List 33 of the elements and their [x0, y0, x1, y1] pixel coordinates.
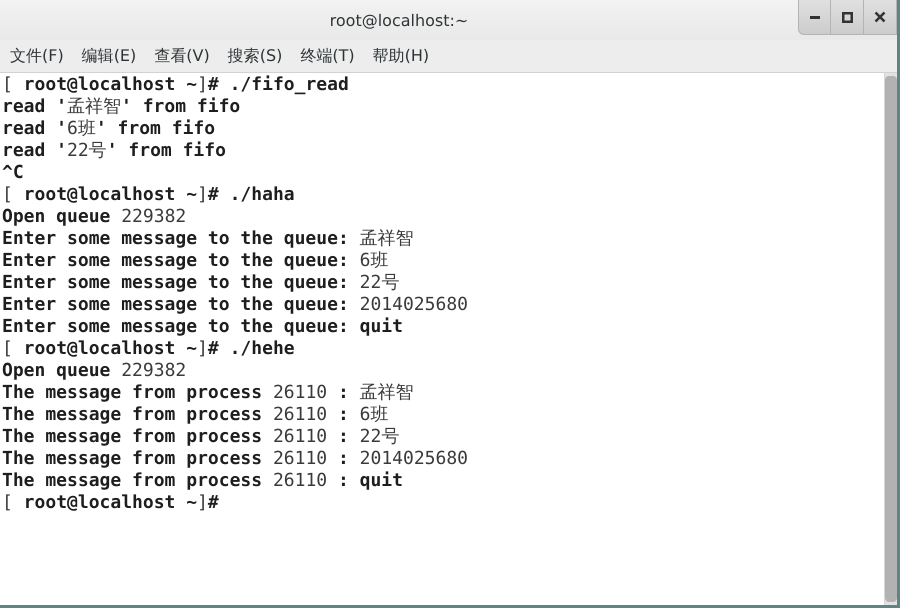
terminal-line: Enter some message to the queue: 2014025680 — [2, 294, 468, 316]
menu-item[interactable]: 文件(F) — [2, 42, 72, 70]
terminal-line: [ root@localhost ~]# — [2, 492, 219, 514]
terminal-line: Enter some message to the queue: 22号 — [2, 272, 400, 294]
terminal-line: The message from process 26110 : 22号 — [2, 426, 400, 448]
close-button[interactable] — [864, 0, 897, 35]
terminal-line: read '孟祥智' from fifo — [2, 96, 240, 118]
terminal-line: [ root@localhost ~]# ./fifo_read — [2, 74, 349, 96]
menu-item[interactable]: 查看(V) — [146, 42, 218, 70]
menu-item[interactable]: 编辑(E) — [74, 42, 144, 70]
menu-item[interactable]: 搜索(S) — [220, 42, 290, 70]
terminal-line: The message from process 26110 : 2014025680 — [2, 448, 468, 470]
terminal-line: Open queue 229382 — [2, 206, 186, 228]
window-title: root@localhost:~ — [330, 10, 468, 30]
close-icon — [874, 11, 886, 23]
terminal-line: The message from process 26110 : 6班 — [2, 404, 388, 426]
terminal-line: ^C — [2, 162, 24, 184]
terminal-line: Open queue 229382 — [2, 360, 186, 382]
terminal-line: The message from process 26110 : quit — [2, 470, 403, 492]
terminal-line: Enter some message to the queue: quit — [2, 316, 403, 338]
terminal-line: read '6班' from fifo — [2, 118, 216, 140]
minimize-icon — [810, 16, 820, 18]
terminal-line: The message from process 26110 : 孟祥智 — [2, 382, 414, 404]
menu-item[interactable]: 帮助(H) — [364, 42, 438, 70]
terminal-line: [ root@localhost ~]# ./haha — [2, 184, 295, 206]
terminal-line: Enter some message to the queue: 孟祥智 — [2, 228, 414, 250]
terminal-line: Enter some message to the queue: 6班 — [2, 250, 388, 272]
menu-item[interactable]: 终端(T) — [292, 42, 363, 70]
terminal-line: read '22号' from fifo — [2, 140, 226, 162]
terminal-line: [ root@localhost ~]# ./hehe — [2, 338, 295, 360]
maximize-icon — [842, 12, 852, 22]
maximize-button[interactable] — [831, 0, 864, 35]
minimize-button[interactable] — [798, 0, 831, 35]
